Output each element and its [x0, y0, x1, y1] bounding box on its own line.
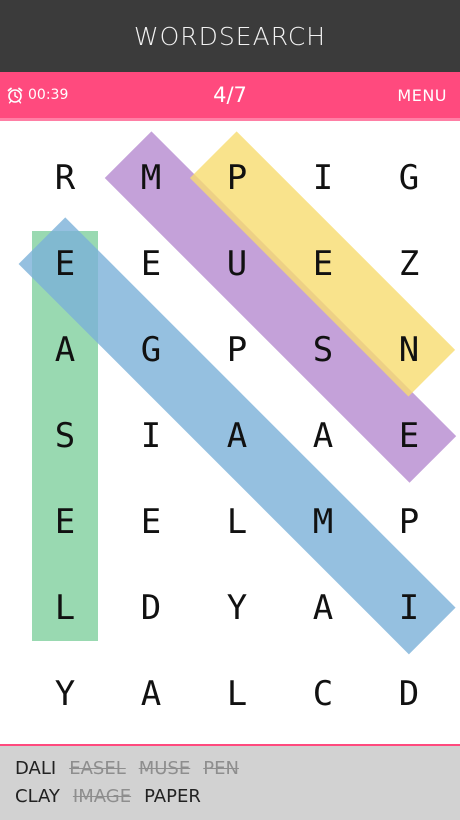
- word-list-row: DALI EASEL MUSE PEN: [15, 758, 239, 779]
- grid-cell[interactable]: P: [194, 135, 280, 221]
- grid-cell[interactable]: U: [194, 221, 280, 307]
- word-easel: EASEL: [69, 758, 126, 779]
- grid-cell[interactable]: Z: [366, 221, 452, 307]
- grid-cell[interactable]: S: [22, 393, 108, 479]
- grid-cell[interactable]: M: [280, 479, 366, 565]
- grid-cell[interactable]: A: [280, 393, 366, 479]
- letter-grid[interactable]: RMPIGEEUEZAGPSNSIAAEEELMPLDYAIYALCD: [0, 121, 460, 745]
- word-muse: MUSE: [138, 758, 191, 779]
- grid-cell[interactable]: A: [194, 393, 280, 479]
- grid-cell[interactable]: L: [22, 565, 108, 651]
- grid-cell[interactable]: Y: [22, 651, 108, 737]
- grid-cell[interactable]: G: [366, 135, 452, 221]
- word-image: IMAGE: [72, 786, 132, 807]
- grid-cell[interactable]: D: [366, 651, 452, 737]
- grid-cell[interactable]: I: [280, 135, 366, 221]
- grid-cell[interactable]: E: [22, 221, 108, 307]
- word-paper: PAPER: [144, 786, 201, 807]
- menu-button[interactable]: MENU: [397, 72, 447, 118]
- grid-cell[interactable]: S: [280, 307, 366, 393]
- progress-counter: 4/7: [213, 83, 247, 107]
- status-bar: 00:39 4/7 MENU: [0, 72, 460, 121]
- word-clay: CLAY: [15, 786, 60, 807]
- grid-cell[interactable]: P: [366, 479, 452, 565]
- app-title: WORDSEARCH: [133, 21, 327, 51]
- grid-cell[interactable]: E: [108, 479, 194, 565]
- grid-cell[interactable]: E: [366, 393, 452, 479]
- grid-cell[interactable]: I: [108, 393, 194, 479]
- word-pen: PEN: [203, 758, 239, 779]
- grid-cell[interactable]: A: [22, 307, 108, 393]
- grid-cell[interactable]: E: [108, 221, 194, 307]
- grid-cell[interactable]: G: [108, 307, 194, 393]
- grid-cell[interactable]: D: [108, 565, 194, 651]
- grid-cell[interactable]: Y: [194, 565, 280, 651]
- grid-cell[interactable]: I: [366, 565, 452, 651]
- grid-cell[interactable]: L: [194, 479, 280, 565]
- grid-cell[interactable]: N: [366, 307, 452, 393]
- grid-cell[interactable]: P: [194, 307, 280, 393]
- app-title-bar: WORDSEARCH: [0, 0, 460, 72]
- grid-cell[interactable]: A: [280, 565, 366, 651]
- grid-cell[interactable]: E: [280, 221, 366, 307]
- grid-cell[interactable]: E: [22, 479, 108, 565]
- word-list: DALI EASEL MUSE PEN CLAY IMAGE PAPER: [0, 744, 460, 820]
- grid-cell[interactable]: A: [108, 651, 194, 737]
- grid-cell[interactable]: L: [194, 651, 280, 737]
- grid-cell[interactable]: M: [108, 135, 194, 221]
- word-list-row: CLAY IMAGE PAPER: [15, 786, 201, 807]
- grid-cell[interactable]: R: [22, 135, 108, 221]
- word-dali: DALI: [15, 758, 57, 779]
- grid-cell[interactable]: C: [280, 651, 366, 737]
